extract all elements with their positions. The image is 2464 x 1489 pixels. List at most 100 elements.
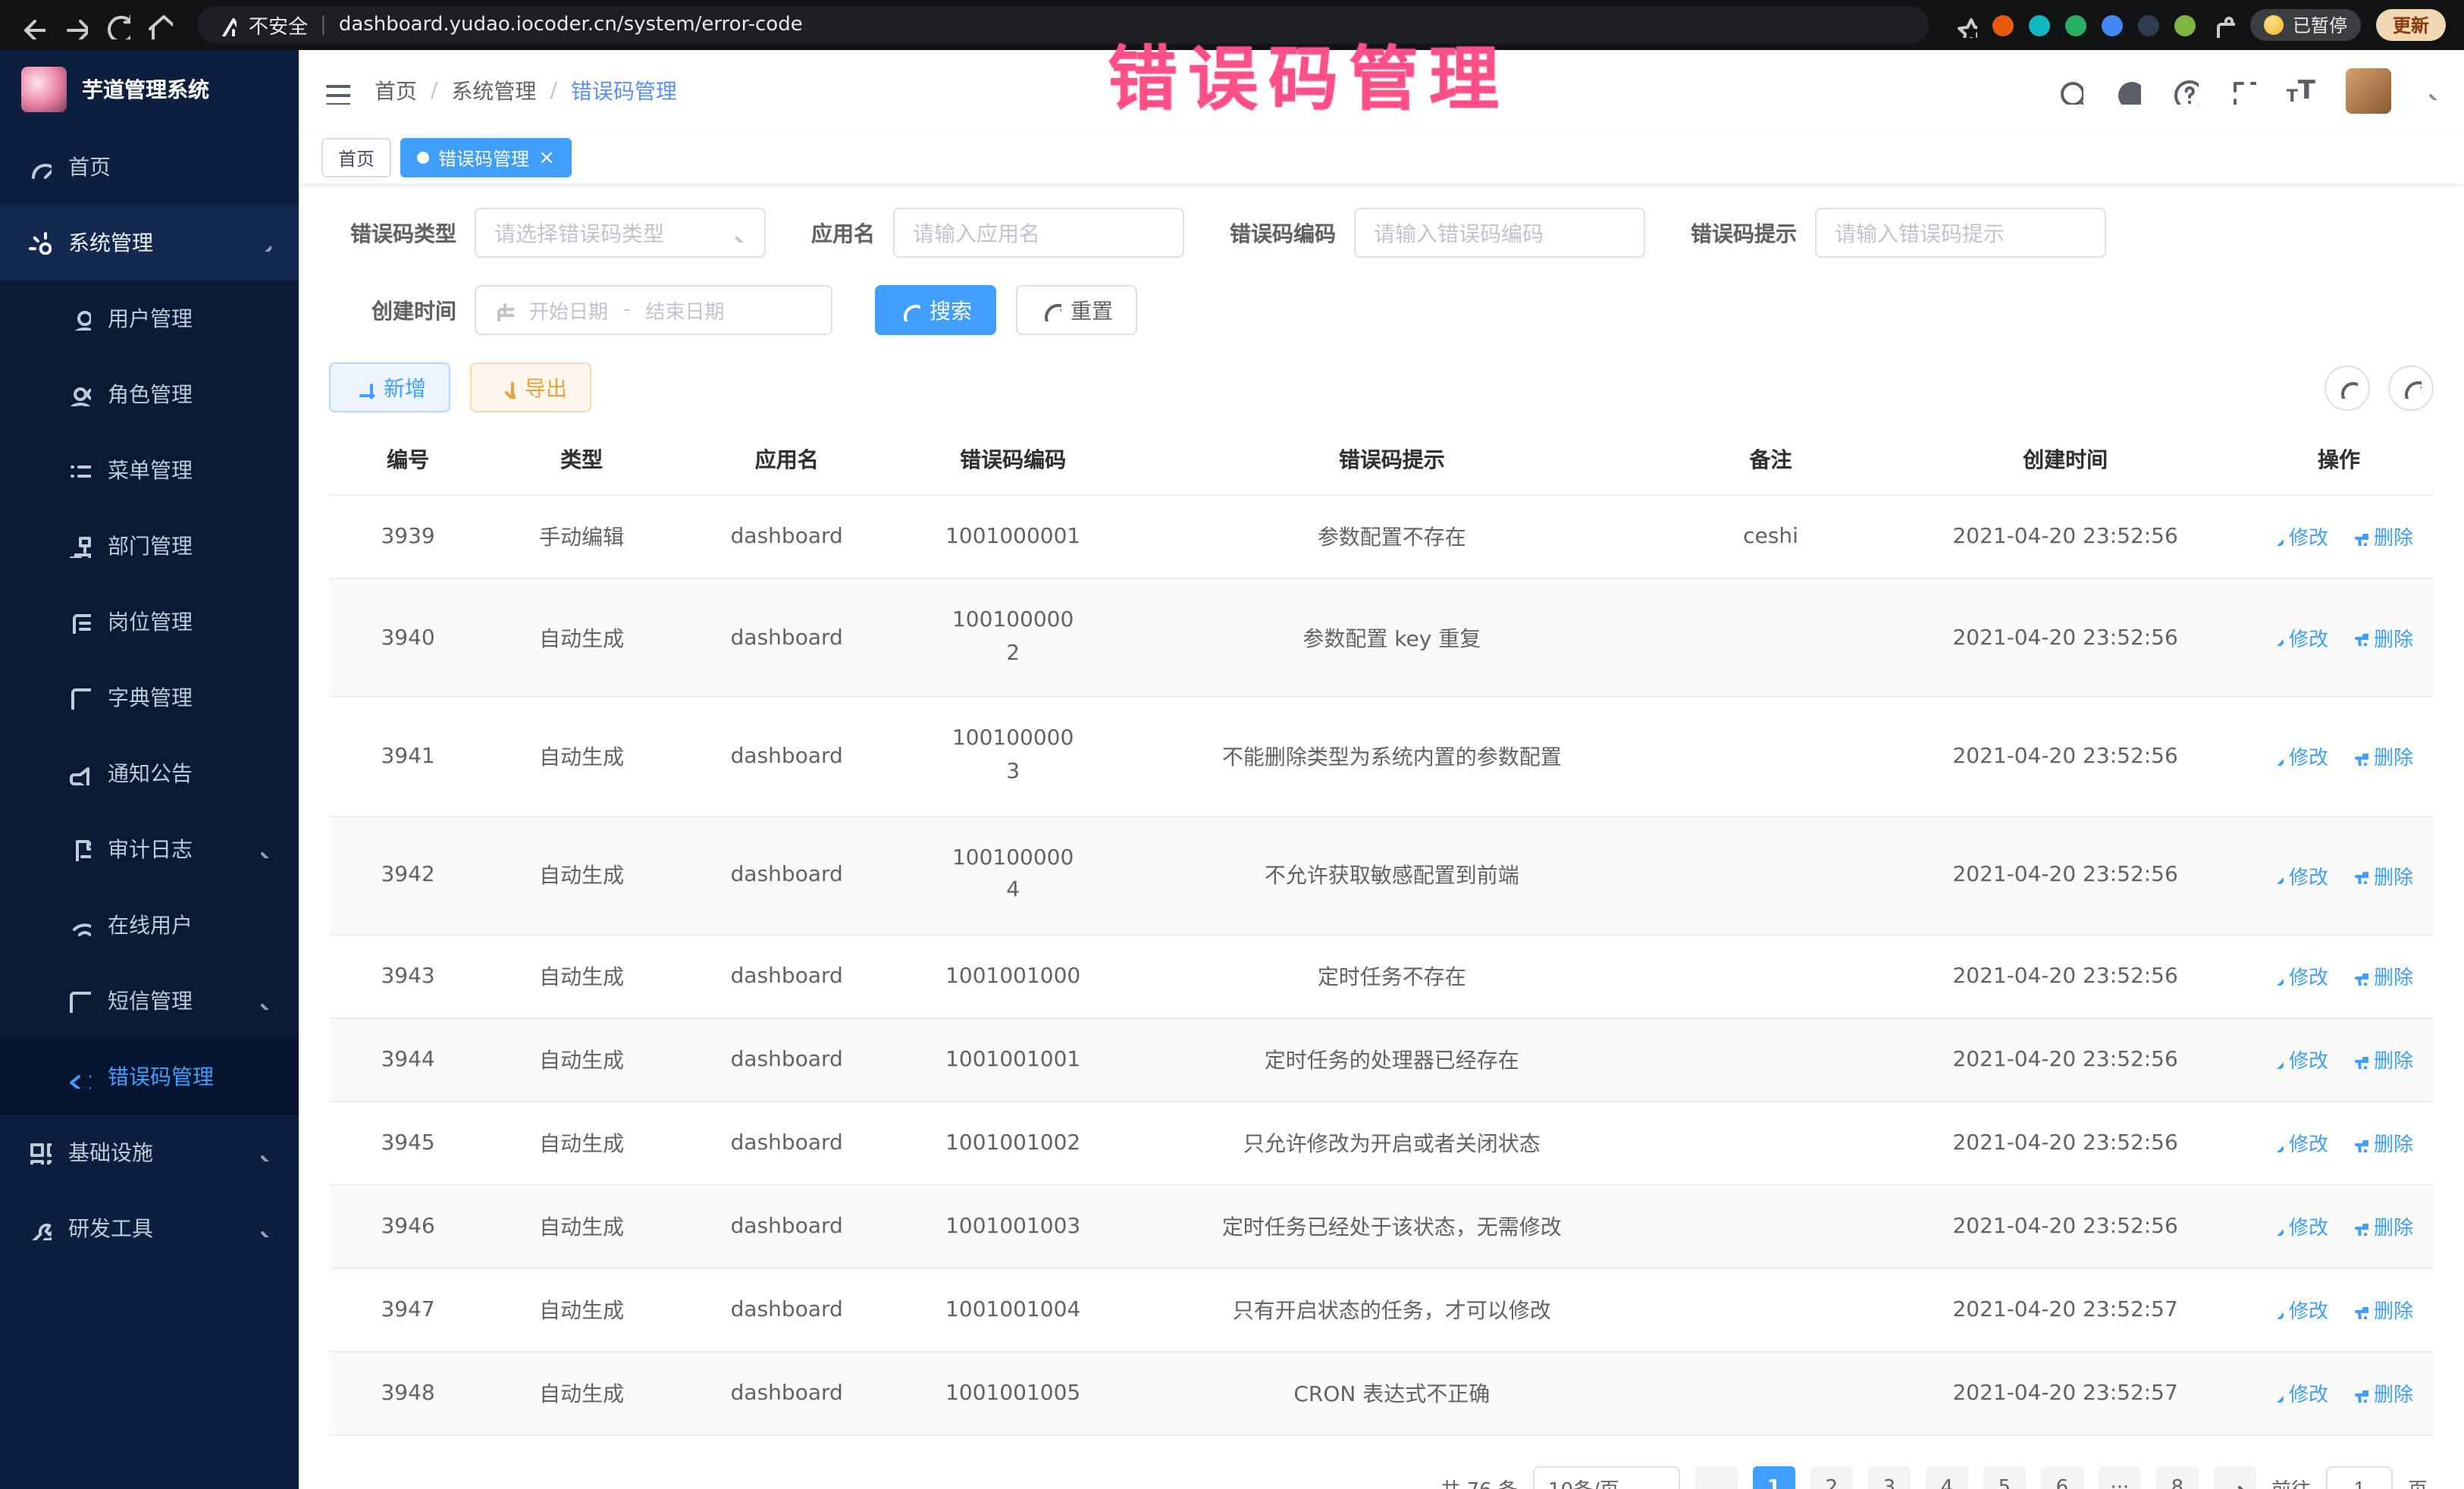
extension-icon[interactable] [1992, 14, 2014, 36]
github-icon[interactable] [2114, 77, 2141, 105]
refresh-button[interactable] [2388, 365, 2434, 410]
cell-actions: 修改 删除 [2244, 578, 2434, 697]
cell-memo [1655, 1352, 1886, 1435]
sidebar-item-home[interactable]: 首页 [0, 129, 299, 205]
cell-type: 自动生成 [487, 1102, 676, 1185]
sidebar-item-online-users[interactable]: 在线用户 [0, 887, 299, 963]
sidebar-item-posts[interactable]: 岗位管理 [0, 584, 299, 660]
edit-link[interactable]: 修改 [2265, 1129, 2328, 1158]
export-button[interactable]: 导出 [470, 362, 591, 412]
extension-icon[interactable] [2065, 14, 2086, 36]
delete-link[interactable]: 删除 [2350, 860, 2413, 889]
address-bar[interactable]: 不安全 | dashboard.yudao.iocoder.cn/system/… [197, 6, 1929, 44]
delete-link[interactable]: 删除 [2350, 522, 2413, 551]
page-button[interactable]: 8 [2156, 1466, 2199, 1489]
search-icon[interactable] [2056, 77, 2083, 105]
goto-page-input[interactable] [2326, 1466, 2393, 1489]
search-toggle-button[interactable] [2324, 365, 2370, 410]
page-button[interactable]: 5 [1983, 1466, 2026, 1489]
delete-link[interactable]: 删除 [2350, 962, 2413, 991]
close-icon[interactable]: × [538, 148, 555, 168]
sidebar-collapse-icon[interactable] [323, 77, 350, 105]
breadcrumb: 首页 / 系统管理 / 错误码管理 [375, 76, 677, 106]
edit-link[interactable]: 修改 [2265, 1296, 2328, 1324]
edit-link[interactable]: 修改 [2265, 1212, 2328, 1241]
help-icon[interactable] [2171, 77, 2199, 105]
page-list: 123456 ··· 8 [1753, 1466, 2199, 1489]
page-button[interactable]: 1 [1753, 1466, 1795, 1489]
cell-actions: 修改 删除 [2244, 1268, 2434, 1352]
user-avatar[interactable] [2346, 68, 2391, 114]
sidebar-item-sms[interactable]: 短信管理 [0, 963, 299, 1039]
forward-icon[interactable] [61, 11, 88, 39]
cell-error-code: 1001001001 [897, 1018, 1128, 1102]
page-button[interactable]: 4 [1926, 1466, 1968, 1489]
page-button[interactable]: 6 [2041, 1466, 2083, 1489]
cell-created-time: 2021-04-20 23:52:56 [1886, 495, 2244, 578]
column-header: 备注 [1655, 425, 1886, 495]
tab-home[interactable]: 首页 [321, 138, 391, 177]
edit-link[interactable]: 修改 [2265, 522, 2328, 551]
delete-link[interactable]: 删除 [2350, 1379, 2413, 1408]
app-name-input[interactable] [913, 221, 1165, 245]
extension-icon[interactable] [2174, 14, 2196, 36]
chevron-down-icon[interactable] [2422, 82, 2440, 100]
prev-page-button[interactable] [1695, 1466, 1738, 1489]
edit-link[interactable]: 修改 [2265, 860, 2328, 889]
sidebar-item-menus[interactable]: 菜单管理 [0, 432, 299, 508]
delete-link[interactable]: 删除 [2350, 623, 2413, 652]
bookmark-star-icon[interactable] [1953, 13, 1977, 37]
delete-link[interactable]: 删除 [2350, 1045, 2413, 1074]
page-button[interactable]: 3 [1868, 1466, 1911, 1489]
extension-icon[interactable] [2029, 14, 2050, 36]
fullscreen-icon[interactable] [2229, 77, 2256, 105]
edit-link[interactable]: 修改 [2265, 623, 2328, 652]
page-button[interactable]: 2 [1810, 1466, 1853, 1489]
edit-link[interactable]: 修改 [2265, 742, 2328, 771]
pencil-icon [2265, 1384, 2283, 1403]
paused-profile-badge[interactable]: 已暂停 [2250, 9, 2361, 41]
edit-link[interactable]: 修改 [2265, 1045, 2328, 1074]
back-icon[interactable] [18, 11, 45, 39]
tab-error-codes[interactable]: 错误码管理 × [400, 138, 572, 177]
sidebar-item-roles[interactable]: 角色管理 [0, 356, 299, 432]
page-ellipsis[interactable]: ··· [2099, 1466, 2141, 1489]
cell-memo: ceshi [1655, 495, 1886, 578]
reset-button[interactable]: 重置 [1016, 285, 1137, 335]
browser-update-button[interactable]: 更新 [2376, 9, 2446, 41]
error-message-input[interactable] [1835, 221, 2086, 245]
sidebar-item-users[interactable]: 用户管理 [0, 281, 299, 356]
extensions-puzzle-icon[interactable] [2211, 13, 2235, 37]
next-page-button[interactable] [2214, 1466, 2256, 1489]
sidebar-item-error-codes[interactable]: 错误码管理 [0, 1039, 299, 1114]
sidebar-item-notices[interactable]: 通知公告 [0, 735, 299, 811]
delete-link[interactable]: 删除 [2350, 1212, 2413, 1241]
edit-link[interactable]: 修改 [2265, 962, 2328, 991]
search-button[interactable]: 搜索 [875, 285, 996, 335]
delete-link[interactable]: 删除 [2350, 742, 2413, 771]
sidebar-item-system[interactable]: 系统管理 [0, 205, 299, 281]
sidebar-item-dev-tools[interactable]: 研发工具 [0, 1190, 299, 1266]
sidebar-item-audit-logs[interactable]: 审计日志 [0, 811, 299, 887]
edit-link[interactable]: 修改 [2265, 1379, 2328, 1408]
reload-icon[interactable] [103, 11, 130, 39]
trash-icon [2350, 967, 2368, 986]
date-range-picker[interactable]: 开始日期 - 结束日期 [475, 285, 832, 335]
page-size-select[interactable]: 10条/页 [1533, 1466, 1680, 1489]
delete-link[interactable]: 删除 [2350, 1296, 2413, 1324]
cell-created-time: 2021-04-20 23:52:56 [1886, 935, 2244, 1018]
font-size-icon[interactable]: TT [2287, 78, 2315, 104]
extension-icon[interactable] [2102, 14, 2123, 36]
delete-link[interactable]: 删除 [2350, 1129, 2413, 1158]
breadcrumb-home[interactable]: 首页 [375, 76, 417, 106]
add-button[interactable]: 新增 [329, 362, 450, 412]
error-code-input[interactable] [1374, 221, 1625, 245]
extension-icon[interactable] [2138, 14, 2159, 36]
error-type-select[interactable]: 请选择错误码类型 [475, 208, 766, 258]
sidebar-item-dictionary[interactable]: 字典管理 [0, 660, 299, 735]
breadcrumb-system[interactable]: 系统管理 [451, 76, 536, 106]
table-header-row: 编号类型应用名错误码编码错误码提示备注创建时间操作 [329, 425, 2434, 495]
sidebar-item-infrastructure[interactable]: 基础设施 [0, 1114, 299, 1190]
sidebar-item-departments[interactable]: 部门管理 [0, 508, 299, 584]
home-icon[interactable] [146, 11, 173, 39]
